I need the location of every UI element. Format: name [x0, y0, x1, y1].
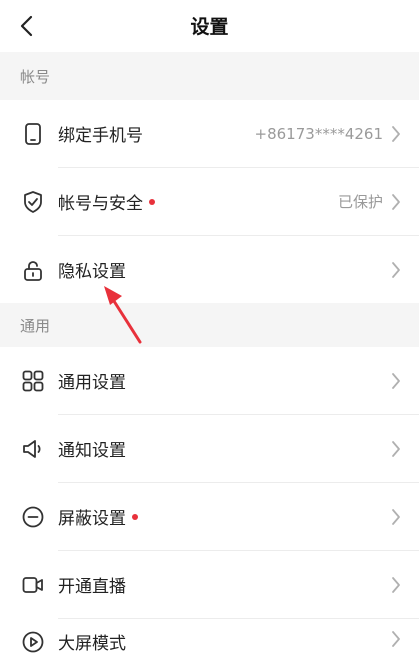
- unread-badge-dot: [132, 513, 138, 520]
- chevron-right-icon: [391, 192, 405, 212]
- row-label: 绑定手机号: [58, 126, 143, 146]
- minus-circle-icon: [20, 504, 46, 530]
- row-label: 大屏模式: [58, 634, 126, 654]
- row-label: 通用设置: [58, 373, 126, 393]
- top-bar: 设置: [0, 0, 419, 52]
- video-camera-icon: [20, 572, 46, 598]
- section-header-account: 帐号: [0, 52, 419, 100]
- row-label: 隐私设置: [58, 262, 126, 282]
- speaker-icon: [20, 436, 46, 462]
- chevron-right-icon: [391, 260, 405, 280]
- unread-badge-dot: [149, 198, 155, 205]
- section-header-general: 通用: [0, 303, 419, 347]
- phone-icon: [20, 121, 46, 147]
- row-label: 帐号与安全: [58, 194, 143, 214]
- row-bind-phone[interactable]: 绑定手机号 +86173****4261: [0, 100, 419, 167]
- lock-icon: [20, 257, 46, 283]
- row-account-security[interactable]: 帐号与安全 已保护: [0, 168, 419, 235]
- chevron-right-icon: [391, 629, 405, 649]
- play-circle-icon: [20, 629, 46, 655]
- chevron-right-icon: [391, 507, 405, 527]
- chevron-right-icon: [391, 371, 405, 391]
- page-title: 设置: [190, 16, 229, 38]
- chevron-right-icon: [391, 124, 405, 144]
- row-block-settings[interactable]: 屏蔽设置: [0, 483, 419, 550]
- chevron-right-icon: [391, 439, 405, 459]
- grid-icon: [20, 368, 46, 394]
- row-privacy-settings[interactable]: 隐私设置: [0, 236, 419, 303]
- row-label: 通知设置: [58, 441, 126, 461]
- row-label: 屏蔽设置: [58, 509, 126, 529]
- shield-check-icon: [20, 189, 46, 215]
- chevron-right-icon: [391, 575, 405, 595]
- security-status-value: 已保护: [337, 193, 383, 211]
- row-open-live[interactable]: 开通直播: [0, 551, 419, 618]
- row-notification-settings[interactable]: 通知设置: [0, 415, 419, 482]
- row-label: 开通直播: [58, 577, 126, 597]
- phone-number-value: +86173****4261: [254, 124, 383, 143]
- row-big-screen-mode[interactable]: 大屏模式: [0, 619, 419, 659]
- row-general-settings[interactable]: 通用设置: [0, 347, 419, 414]
